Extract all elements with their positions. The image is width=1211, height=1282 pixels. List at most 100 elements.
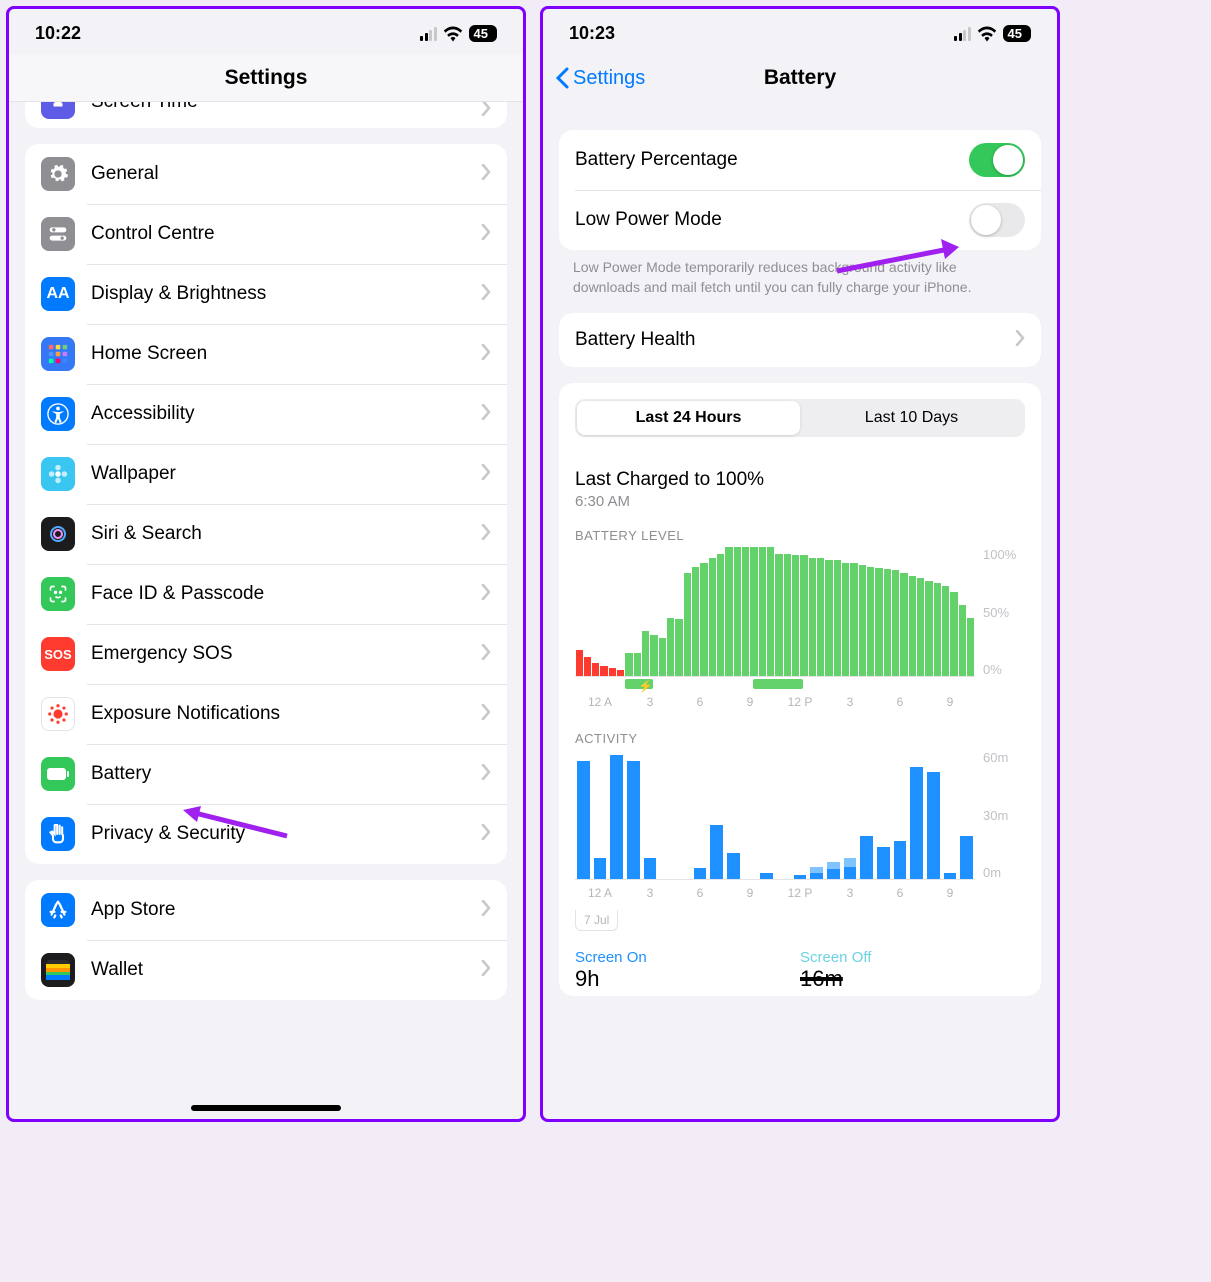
chevron-left-icon	[555, 67, 569, 89]
row-label: Battery Health	[575, 329, 1015, 351]
battery-level-label: BATTERY LEVEL	[559, 524, 1041, 547]
date-tag: 7 Jul	[575, 910, 618, 931]
status-time: 10:23	[569, 23, 615, 44]
screen-on-label: Screen On	[575, 949, 800, 966]
status-bar: 10:23 45	[543, 9, 1057, 54]
chevron-right-icon	[481, 704, 491, 725]
settings-group-store: App Store Wallet	[25, 880, 507, 1000]
row-label: Battery Percentage	[575, 149, 969, 171]
home-indicator	[191, 1105, 341, 1111]
battery-icon	[41, 757, 75, 791]
back-label: Settings	[573, 67, 645, 90]
row-sos[interactable]: SOS Emergency SOS	[25, 624, 507, 684]
page-title: Battery	[764, 66, 836, 90]
row-home-screen[interactable]: Home Screen	[25, 324, 507, 384]
row-battery-health[interactable]: Battery Health	[559, 313, 1041, 367]
settings-screen: 10:22 45 Settings Screen Time GeneralCon…	[6, 6, 526, 1122]
battery-toggles-group: Battery Percentage Low Power Mode	[559, 130, 1041, 250]
battery-status-icon: 45	[1003, 25, 1031, 42]
activity-chart: 12 A36912 P369 60m30m0m	[559, 750, 1041, 910]
sos-icon: SOS	[41, 637, 75, 671]
hand-icon	[41, 817, 75, 851]
status-time: 10:22	[35, 23, 81, 44]
screen-off-value: 16m	[800, 966, 1025, 992]
chevron-right-icon	[481, 284, 491, 305]
row-control-centre[interactable]: Control Centre	[25, 204, 507, 264]
toggle-battery-percentage[interactable]	[969, 143, 1025, 177]
aa-icon: AA	[41, 277, 75, 311]
chevron-right-icon	[481, 960, 491, 981]
chevron-right-icon	[481, 464, 491, 485]
settings-group-truncated: Screen Time	[25, 102, 507, 128]
low-power-mode-note: Low Power Mode temporarily reduces backg…	[543, 250, 1057, 297]
faceid-icon	[41, 577, 75, 611]
row-wallpaper[interactable]: Wallpaper	[25, 444, 507, 504]
page-title: Settings	[225, 66, 308, 90]
battery-level-chart: ⚡ 12 A36912 P369 100%50%0%	[559, 547, 1041, 719]
row-label: Wallpaper	[91, 463, 481, 485]
settings-group-main: General Control Centre AA Display & Brightn…	[25, 144, 507, 864]
row-label: Control Centre	[91, 223, 481, 245]
row-battery-percentage: Battery Percentage	[559, 130, 1041, 190]
row-accessibility[interactable]: Accessibility	[25, 384, 507, 444]
tab-last-24h[interactable]: Last 24 Hours	[577, 401, 800, 435]
chevron-right-icon	[481, 524, 491, 545]
switches-icon	[41, 217, 75, 251]
hourglass-icon	[41, 102, 75, 119]
row-label: Siri & Search	[91, 523, 481, 545]
row-label: Emergency SOS	[91, 643, 481, 665]
exposure-icon	[41, 697, 75, 731]
wifi-icon	[977, 26, 997, 42]
gear-icon	[41, 157, 75, 191]
chevron-right-icon	[481, 764, 491, 785]
row-label: General	[91, 163, 481, 185]
siri-icon	[41, 517, 75, 551]
chevron-right-icon	[481, 224, 491, 245]
row-label: Home Screen	[91, 343, 481, 365]
nav-bar: Settings	[9, 54, 523, 102]
row-privacy[interactable]: Privacy & Security	[25, 804, 507, 864]
battery-usage-card: Last 24 Hours Last 10 Days Last Charged …	[559, 383, 1041, 996]
chevron-right-icon	[481, 584, 491, 605]
row-label: Display & Brightness	[91, 283, 481, 305]
activity-label: ACTIVITY	[559, 727, 1041, 750]
row-label: Screen Time	[91, 102, 481, 113]
back-button[interactable]: Settings	[555, 67, 645, 90]
chevron-right-icon	[481, 102, 491, 121]
battery-screen: 10:23 45 Settings Battery Battery Percen…	[540, 6, 1060, 1122]
chevron-right-icon	[481, 824, 491, 845]
row-general[interactable]: General	[25, 144, 507, 204]
row-siri[interactable]: Siri & Search	[25, 504, 507, 564]
last-charged-title: Last Charged to 100%	[559, 453, 1041, 493]
chevron-right-icon	[481, 404, 491, 425]
wallet-icon	[41, 953, 75, 987]
row-display[interactable]: AA Display & Brightness	[25, 264, 507, 324]
nav-bar: Settings Battery	[543, 54, 1057, 102]
row-label: Battery	[91, 763, 481, 785]
grid-icon	[41, 337, 75, 371]
last-charged-time: 6:30 AM	[559, 493, 1041, 524]
row-screen-time[interactable]: Screen Time	[25, 102, 507, 128]
chevron-right-icon	[481, 900, 491, 921]
tab-last-10d[interactable]: Last 10 Days	[800, 401, 1023, 435]
chevron-right-icon	[481, 344, 491, 365]
row-label: App Store	[91, 899, 481, 921]
row-appstore[interactable]: App Store	[25, 880, 507, 940]
chevron-right-icon	[481, 164, 491, 185]
row-exposure[interactable]: Exposure Notifications	[25, 684, 507, 744]
wifi-icon	[443, 26, 463, 42]
row-label: Accessibility	[91, 403, 481, 425]
row-label: Exposure Notifications	[91, 703, 481, 725]
chevron-right-icon	[481, 644, 491, 665]
cellular-icon	[420, 27, 437, 41]
screen-time-summary: Screen On 9h Screen Off 16m	[559, 939, 1041, 996]
row-label: Face ID & Passcode	[91, 583, 481, 605]
row-faceid[interactable]: Face ID & Passcode	[25, 564, 507, 624]
row-low-power-mode: Low Power Mode	[559, 190, 1041, 250]
flower-icon	[41, 457, 75, 491]
row-wallet[interactable]: Wallet	[25, 940, 507, 1000]
appstore-icon	[41, 893, 75, 927]
row-label: Privacy & Security	[91, 823, 481, 845]
toggle-low-power-mode[interactable]	[969, 203, 1025, 237]
row-battery[interactable]: Battery	[25, 744, 507, 804]
